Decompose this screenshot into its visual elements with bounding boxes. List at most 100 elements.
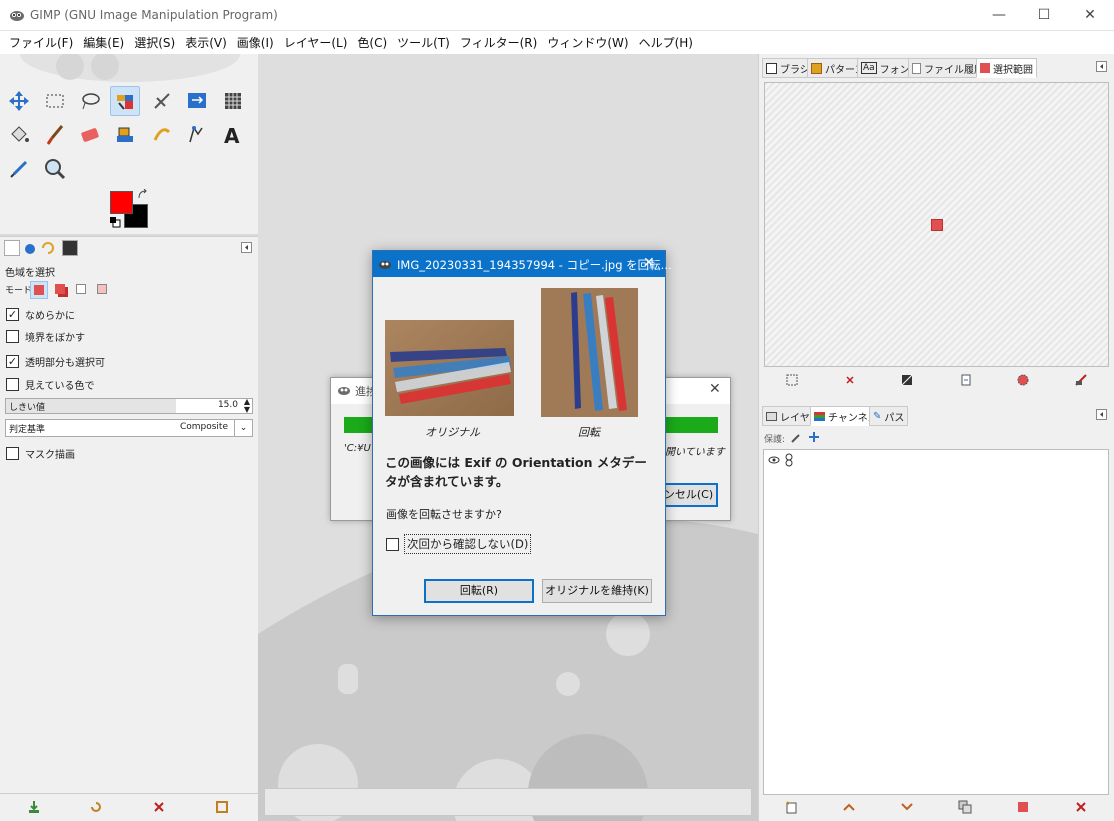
panel-menu-icon[interactable] — [241, 242, 252, 253]
rotate-button[interactable]: 回転(R) — [424, 579, 534, 603]
eraser-tool-icon[interactable] — [75, 120, 105, 150]
stroke-selection-icon[interactable] — [1074, 373, 1088, 387]
lock-label: 保護: — [764, 435, 786, 445]
lock-position-icon[interactable] — [808, 431, 820, 443]
menu-filters[interactable]: フィルター(R) — [455, 34, 542, 51]
tool-options-footer — [0, 793, 258, 821]
device-status-tab-icon[interactable] — [22, 240, 38, 256]
minimize-button[interactable]: — — [976, 0, 1022, 31]
images-tab-icon[interactable] — [62, 240, 78, 256]
dont-ask-checkbox[interactable] — [386, 537, 399, 551]
font-icon: Aa — [861, 62, 877, 74]
raise-channel-icon[interactable] — [842, 800, 856, 814]
eye-icon[interactable] — [768, 455, 780, 465]
unified-transform-tool-icon[interactable] — [182, 86, 212, 116]
menu-file[interactable]: ファイル(F) — [4, 34, 78, 51]
restore-options-icon[interactable] — [89, 800, 103, 814]
invert-selection-icon[interactable] — [900, 373, 914, 387]
paths-tool-icon[interactable] — [182, 120, 212, 150]
original-caption: オリジナル — [425, 426, 480, 439]
lock-pixels-icon[interactable] — [790, 432, 802, 444]
mode-replace-icon[interactable] — [30, 281, 48, 299]
antialias-checkbox[interactable]: ✓ — [6, 307, 19, 321]
criterion-select[interactable]: 判定基準 Composite ⌄ — [5, 419, 253, 437]
menu-tools[interactable]: ツール(T) — [392, 34, 455, 51]
menu-help[interactable]: ヘルプ(H) — [634, 34, 698, 51]
select-by-color-tool-icon[interactable] — [110, 86, 140, 116]
tab-paths[interactable]: ✎ パス — [869, 406, 909, 426]
new-channel-icon[interactable] — [784, 800, 798, 814]
feather-option[interactable]: 境界をぼかす — [6, 328, 85, 344]
select-transparent-checkbox[interactable]: ✓ — [6, 354, 19, 368]
sample-merged-checkbox[interactable] — [6, 377, 19, 391]
select-transparent-option[interactable]: ✓ 透明部分も選択可 — [6, 353, 105, 369]
lasso-tool-icon[interactable] — [75, 86, 105, 116]
chain-icon[interactable] — [784, 453, 794, 467]
reset-options-icon[interactable] — [215, 800, 229, 814]
channels-icon — [814, 411, 825, 421]
smudge-tool-icon[interactable] — [147, 120, 177, 150]
menu-edit[interactable]: 編集(E) — [78, 34, 129, 51]
menu-select[interactable]: 選択(S) — [129, 34, 180, 51]
select-all-icon[interactable] — [785, 373, 799, 387]
delete-channel-icon[interactable] — [1074, 800, 1088, 814]
mode-intersect-icon[interactable] — [94, 281, 112, 299]
channel-to-selection-icon[interactable] — [1016, 800, 1030, 814]
menu-layer[interactable]: レイヤー(L) — [279, 34, 353, 51]
keep-original-button[interactable]: オリジナルを維持(K) — [542, 579, 652, 603]
menu-view[interactable]: 表示(V) — [180, 34, 232, 51]
panel-menu-icon[interactable] — [1096, 409, 1107, 420]
duplicate-channel-icon[interactable] — [958, 800, 972, 814]
tool-options-panel: 色域を選択 モード: ✓ なめらかに 境界をぼかす ✓ 透明部分も選択可 見えている… — [0, 236, 258, 793]
antialias-option[interactable]: ✓ なめらかに — [6, 306, 75, 322]
undo-history-tab-icon[interactable] — [40, 240, 56, 256]
menu-image[interactable]: 画像(I) — [232, 34, 279, 51]
bucket-fill-tool-icon[interactable] — [4, 120, 34, 150]
sample-merged-option[interactable]: 見えている色で — [6, 376, 95, 392]
menu-windows[interactable]: ウィンドウ(W) — [542, 34, 633, 51]
save-to-channel-icon[interactable] — [959, 373, 973, 387]
selection-preview[interactable] — [764, 82, 1109, 367]
draw-mask-option[interactable]: マスク描画 — [6, 445, 75, 461]
foreground-color-swatch[interactable] — [110, 191, 133, 214]
paintbrush-tool-icon[interactable] — [40, 120, 70, 150]
rotated-caption: 回転 — [578, 426, 600, 439]
chevron-down-icon[interactable]: ⌄ — [234, 420, 252, 436]
rotate-dialog-titlebar: IMG_20230331_194357994 - コピー.jpg を回転... … — [373, 251, 672, 277]
tab-selection-editor[interactable]: 選択範囲 — [976, 58, 1037, 78]
progress-close-button[interactable]: ✕ — [709, 381, 721, 397]
tool-options-tab-icon[interactable] — [4, 240, 20, 256]
to-path-icon[interactable] — [1016, 373, 1030, 387]
delete-options-icon[interactable] — [152, 800, 166, 814]
rotate-dialog: IMG_20230331_194357994 - コピー.jpg を回転... … — [372, 250, 672, 616]
channel-list[interactable] — [763, 449, 1109, 795]
select-none-icon[interactable] — [843, 373, 857, 387]
dont-ask-option[interactable]: 次回から確認しない(D) — [386, 534, 532, 554]
lower-channel-icon[interactable] — [900, 800, 914, 814]
threshold-spinner[interactable]: しきい値 15.0 ▲ ▼ — [5, 398, 253, 414]
rect-select-tool-icon[interactable] — [40, 86, 70, 116]
zoom-tool-icon[interactable] — [40, 154, 70, 184]
feather-checkbox[interactable] — [6, 329, 19, 343]
warp-transform-tool-icon[interactable] — [218, 86, 248, 116]
clone-tool-icon[interactable] — [110, 120, 140, 150]
default-colors-icon[interactable] — [109, 216, 121, 228]
panel-menu-icon[interactable] — [1096, 61, 1107, 72]
text-tool-icon[interactable]: A — [218, 120, 248, 150]
save-options-icon[interactable] — [27, 800, 41, 814]
color-picker-tool-icon[interactable] — [4, 154, 34, 184]
mode-add-icon[interactable] — [52, 281, 70, 299]
spinner-arrows-icon[interactable]: ▲ ▼ — [244, 398, 250, 414]
selection-editor-footer — [759, 367, 1114, 393]
move-tool-icon[interactable] — [4, 86, 34, 116]
close-button[interactable]: ✕ — [1067, 0, 1113, 31]
draw-mask-checkbox[interactable] — [6, 446, 19, 460]
menu-colors[interactable]: 色(C) — [352, 34, 392, 51]
window-title: GIMP (GNU Image Manipulation Program) — [30, 8, 278, 22]
progress-cancel-button[interactable]: ンセル(C) — [659, 483, 718, 507]
swap-colors-icon[interactable] — [137, 189, 149, 201]
mode-subtract-icon[interactable] — [73, 281, 91, 299]
rotate-dialog-close-button[interactable]: ✕ — [643, 255, 655, 271]
maximize-button[interactable]: ☐ — [1021, 0, 1067, 31]
crop-tool-icon[interactable] — [147, 86, 177, 116]
